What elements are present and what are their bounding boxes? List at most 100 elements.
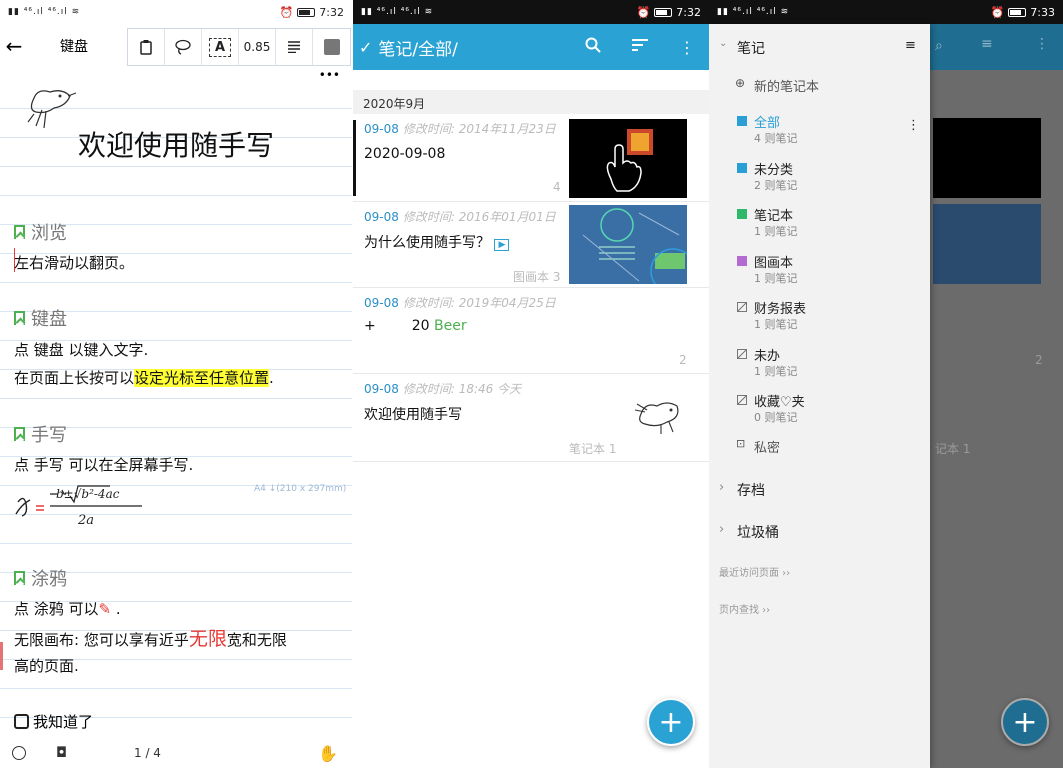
back-arrow-icon[interactable]: ← xyxy=(0,34,28,58)
editor-footer: ◘ 1 / 4 ✋ xyxy=(0,738,352,768)
body-line: 点 键盘 以键入文字. xyxy=(14,341,149,359)
mode-title: 键盘 xyxy=(60,39,88,55)
lasso-icon[interactable] xyxy=(165,29,202,65)
chevron-right-icon: › xyxy=(719,480,725,495)
margin-marker xyxy=(0,642,3,670)
notebook-color-icon xyxy=(737,209,747,219)
search-icon: ⌕ xyxy=(935,38,943,54)
chevron-right-icon: › xyxy=(719,522,725,537)
hand-icon[interactable]: ✋ xyxy=(318,744,338,763)
notebook-drawer-panel: ▮▮ ⁴⁶.ıl ⁴⁶.ıl ≋ ⏰ 7:33 ⌕ ≡ ⋮ 2 记本 1 + ⌄ … xyxy=(709,0,1063,768)
notebook-outline-icon xyxy=(737,302,747,312)
note-thumbnail-diagram xyxy=(569,205,687,284)
bookmark-icon xyxy=(14,311,25,325)
body-line: 点 手写 可以在全屏幕手写. xyxy=(14,456,194,474)
section-heading-keyboard: 键盘 xyxy=(14,305,67,331)
battery-icon xyxy=(1008,7,1027,17)
list-item[interactable]: 09-08 修改时间: 2016年01月01日 为什么使用随手写？ ▶ 图画本 3 xyxy=(353,202,709,288)
add-note-button[interactable]: + xyxy=(647,698,695,746)
find-in-page-link[interactable]: 页内查找 ›› xyxy=(719,601,930,616)
bookmark-icon xyxy=(14,427,25,441)
section-heading-browse: 浏览 xyxy=(14,219,67,245)
circle-icon[interactable] xyxy=(12,746,26,760)
section-heading-doodle: 涂鸦 xyxy=(14,565,67,591)
note-editor-panel: ▮▮ ⁴⁶.ıl ⁴⁶.ıl ≋ ⏰ 7:32 ← 键盘 A 0.85 ••• … xyxy=(0,0,352,768)
video-icon: ▶ xyxy=(494,239,510,251)
tool-strip: A 0.85 xyxy=(127,28,351,66)
alarm-icon: ⏰ xyxy=(279,5,294,19)
font-tool-button[interactable]: A xyxy=(202,29,239,65)
status-time: 7:32 xyxy=(676,5,701,19)
paper-size-label: A4 ↓(210 x 297mm) xyxy=(254,484,347,494)
notebook-drawer: ⌄ 笔记 ≡ ⊕ 新的笔记本 全部 4 则笔记 ⋮ 未分类 2 则笔记 笔记本 … xyxy=(709,24,930,768)
notebook-outline-icon xyxy=(737,395,747,405)
chevron-down-icon: ⌄ xyxy=(719,38,728,49)
chevron-down-icon[interactable]: ✓ xyxy=(359,38,372,57)
body-line: 左右滑动以翻页。 xyxy=(14,254,135,272)
overflow-menu-icon[interactable]: ⋮ xyxy=(679,38,695,57)
align-icon[interactable] xyxy=(276,29,313,65)
list-item[interactable]: 09-08 修改时间: 2019年04月25日 +20 Beer 2 xyxy=(353,288,709,374)
sort-icon: ≡ xyxy=(981,36,993,52)
signal-icon: ▮▮ ⁴⁶.ıl ⁴⁶.ıl ≋ xyxy=(717,7,790,17)
handwritten-formula-drawing: b±√b²-4ac 2a xyxy=(15,485,142,528)
status-bar: ▮▮ ⁴⁶.ıl ⁴⁶.ıl ≋ ⏰ 7:32 xyxy=(0,0,352,24)
dimmed-thumbnail xyxy=(933,118,1041,198)
bird-drawing-icon xyxy=(634,402,679,434)
editor-toolbar: ← 键盘 A 0.85 xyxy=(0,24,352,68)
body-line: 无限画布: 您可以享有近乎无限宽和无限 xyxy=(14,628,287,650)
svg-text:2a: 2a xyxy=(77,513,94,528)
color-swatch-button[interactable] xyxy=(313,29,350,65)
highlighted-text: 设定光标至任意位置 xyxy=(134,369,270,387)
list-item[interactable]: 09-08 修改时间: 18:46 今天 欢迎使用随手写 笔记本 1 xyxy=(353,374,709,462)
overflow-menu-icon: ⋮ xyxy=(1035,36,1049,52)
status-bar: ▮▮ ⁴⁶.ıl ⁴⁶.ıl ≋ ⏰ 7:32 xyxy=(353,0,709,24)
notebook-color-icon xyxy=(737,163,747,173)
zoom-level[interactable]: 0.85 xyxy=(239,29,276,65)
pen-icon: ✎ xyxy=(98,600,112,618)
notebook-item-favorites[interactable]: 收藏♡夹 0 则笔记 xyxy=(709,391,930,431)
notebook-color-icon xyxy=(737,256,747,266)
note-list-panel: ▮▮ ⁴⁶.ıl ⁴⁶.ıl ≋ ⏰ 7:32 ✓ 笔记/全部/ ⋮ 2020年9… xyxy=(353,0,709,768)
battery-icon xyxy=(654,7,673,17)
search-icon[interactable] xyxy=(585,37,601,58)
note-thumbnail-touch xyxy=(569,119,687,198)
notebook-item-todo[interactable]: 未办 1 则笔记 xyxy=(709,345,930,385)
notebook-item-all[interactable]: 全部 4 则笔记 ⋮ xyxy=(709,112,930,152)
add-circle-icon: ⊕ xyxy=(735,76,746,90)
status-bar: ▮▮ ⁴⁶.ıl ⁴⁶.ıl ≋ ⏰ 7:33 xyxy=(709,0,1063,24)
sort-icon[interactable] xyxy=(631,37,649,57)
clipboard-icon[interactable] xyxy=(128,29,165,65)
notebook-outline-icon xyxy=(737,349,747,359)
alarm-icon: ⏰ xyxy=(990,5,1005,19)
screenshot-triptych: ▮▮ ⁴⁶.ıl ⁴⁶.ıl ≋ ⏰ 7:32 ← 键盘 A 0.85 ••• … xyxy=(0,0,1063,768)
alarm-icon: ⏰ xyxy=(636,5,651,19)
checkbox-icon[interactable] xyxy=(14,714,29,729)
notebook-item-uncategorized[interactable]: 未分类 2 则笔记 xyxy=(709,159,930,199)
recent-pages-link[interactable]: 最近访问页面 ›› xyxy=(719,564,930,579)
notebook-item-notebook[interactable]: 笔记本 1 则笔记 xyxy=(709,205,930,245)
sort-icon[interactable]: ≡ xyxy=(905,38,916,53)
body-line: 高的页面. xyxy=(14,657,79,675)
notebook-item-finance[interactable]: 财务报表 1 则笔记 xyxy=(709,298,930,338)
lock-icon: ⊡ xyxy=(736,437,746,450)
add-note-button-dimmed: + xyxy=(1001,698,1049,746)
list-item[interactable]: 09-08 修改时间: 2014年11月23日 2020-09-08 4 xyxy=(353,114,709,202)
bookmark-icon xyxy=(14,571,25,585)
list-toolbar: ✓ 笔记/全部/ ⋮ xyxy=(353,24,709,70)
bookmark-icon xyxy=(14,225,25,239)
svg-text:b±√b²-4ac: b±√b²-4ac xyxy=(56,487,120,501)
battery-icon xyxy=(297,7,316,17)
status-time: 7:33 xyxy=(1030,5,1055,19)
section-heading-handwrite: 手写 xyxy=(14,421,67,447)
dimmed-thumbnail xyxy=(933,204,1041,284)
notebook-item-drawing[interactable]: 图画本 1 则笔记 xyxy=(709,252,930,292)
group-header: 2020年9月 xyxy=(353,90,709,114)
item-menu-icon[interactable]: ⋮ xyxy=(907,118,920,133)
signal-icon: ▮▮ ⁴⁶.ıl ⁴⁶.ıl ≋ xyxy=(8,7,81,17)
acknowledge-checkbox[interactable]: 我知道了 xyxy=(14,711,93,732)
status-time: 7:32 xyxy=(319,5,344,19)
doc-title: 欢迎使用随手写 xyxy=(77,129,274,162)
camera-icon[interactable]: ◘ xyxy=(56,745,67,761)
breadcrumb[interactable]: 笔记/全部/ xyxy=(378,35,457,60)
